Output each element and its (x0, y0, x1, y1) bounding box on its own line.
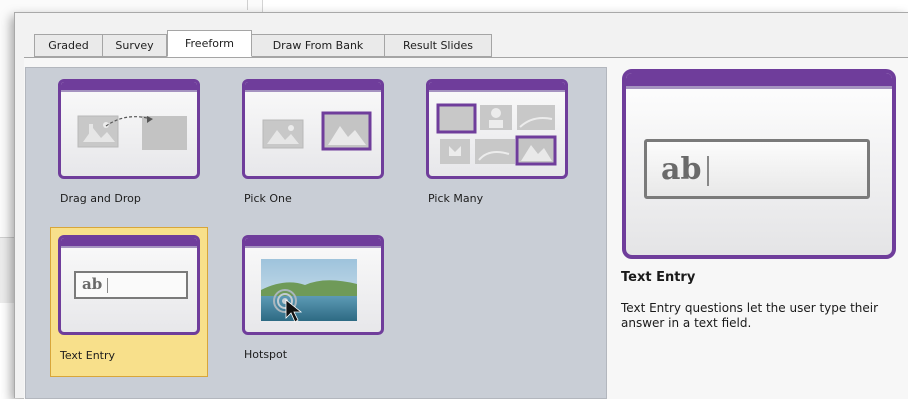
pick-one-label: Pick One (244, 192, 292, 205)
tab-bar: Graded Survey Freeform Draw From Bank Re… (34, 30, 492, 57)
pick-many-icon (436, 103, 557, 166)
tab-result-slides[interactable]: Result Slides (385, 34, 492, 57)
question-type-text-entry[interactable]: ab Text Entry (50, 227, 208, 377)
preview-title: Text Entry (621, 270, 696, 285)
preview-field-text: ab (661, 152, 710, 187)
text-entry-thumbnail: ab (58, 235, 200, 335)
divider (247, 0, 248, 10)
preview-text-field: ab (644, 139, 870, 199)
drag-and-drop-icon (77, 115, 187, 150)
preview-panel: ab (622, 69, 896, 259)
hotspot-thumbnail (242, 235, 384, 335)
question-type-hotspot[interactable]: Hotspot (242, 235, 400, 385)
question-type-dialog: Graded Survey Freeform Draw From Bank Re… (14, 12, 908, 399)
pick-one-icon (262, 111, 372, 151)
tab-survey[interactable]: Survey (103, 34, 167, 57)
text-entry-icon: ab (74, 271, 188, 299)
pick-many-label: Pick Many (428, 192, 484, 205)
question-type-drag-and-drop[interactable]: Drag and Drop (58, 79, 216, 229)
text-caret-icon (107, 278, 108, 293)
text-entry-icon-text: ab (82, 275, 103, 293)
pick-many-thumbnail (426, 79, 568, 179)
drag-and-drop-label: Drag and Drop (60, 192, 141, 205)
preview-description: Text Entry questions let the user type t… (621, 301, 879, 330)
question-type-pick-many[interactable]: Pick Many (426, 79, 584, 229)
drag-and-drop-thumbnail (58, 79, 200, 179)
text-caret-icon (707, 156, 710, 186)
preview-field-value: ab (661, 152, 702, 187)
question-type-grid: Drag and Drop Pick One Pick Many ab Text… (25, 67, 607, 399)
text-entry-label: Text Entry (60, 349, 116, 362)
tab-content: Drag and Drop Pick One Pick Many ab Text… (24, 57, 908, 399)
question-type-pick-one[interactable]: Pick One (242, 79, 400, 229)
hotspot-label: Hotspot (244, 348, 288, 361)
hotspot-icon (261, 259, 357, 323)
pick-one-thumbnail (242, 79, 384, 179)
tab-graded[interactable]: Graded (34, 34, 103, 57)
tab-freeform[interactable]: Freeform (167, 30, 252, 57)
tab-draw-from-bank[interactable]: Draw From Bank (252, 34, 385, 57)
